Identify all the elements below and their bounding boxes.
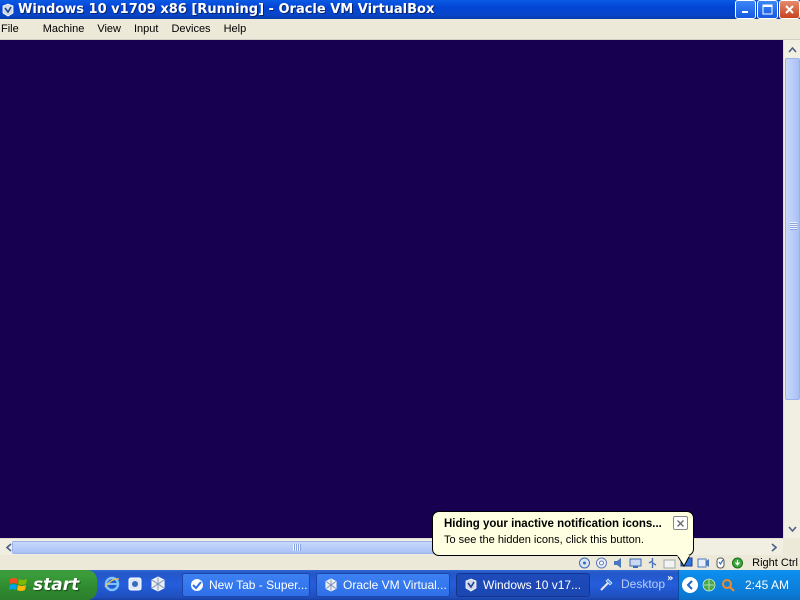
menu-help[interactable]: Help [223,23,255,35]
vertical-scroll-thumb[interactable] [785,58,800,400]
desktop-toolbar-label: Desktop [621,577,666,591]
network-globe-icon[interactable] [701,577,717,593]
windows-logo-icon [9,578,27,591]
chevron-left-icon [5,543,12,552]
shared-folders-icon[interactable] [662,556,677,569]
network-icon[interactable] [628,556,643,569]
close-icon [785,5,794,14]
desktop-icon [599,576,615,592]
optical-drive-icon[interactable] [594,556,609,569]
minimize-icon [742,11,748,13]
menu-input[interactable]: Input [133,23,166,35]
menu-machine[interactable]: Machine [42,23,93,35]
virtualbox-icon [323,577,339,593]
balloon-text: To see the hidden icons, click this butt… [444,534,644,546]
scroll-up-button[interactable] [785,41,800,58]
close-icon [677,519,684,527]
virtualbox-vm-icon [1,3,15,17]
chevron-right-icon [770,543,777,552]
task-button-browser[interactable]: New Tab - Super... [182,573,310,597]
scrollbar-corner [783,538,800,555]
maximize-button[interactable] [757,0,778,19]
hard-disk-icon[interactable] [577,556,592,569]
balloon-title: Hiding your inactive notification icons.… [444,518,662,530]
maximize-icon [762,4,773,15]
internet-explorer-icon[interactable] [103,575,121,593]
scroll-down-button[interactable] [785,520,800,537]
chevron-left-icon [686,580,693,590]
virtualbox-icon[interactable] [149,575,167,593]
task-button-label: New Tab - Super... [209,578,308,592]
balloon-tail [676,555,691,567]
vm-display[interactable] [0,40,783,538]
balloon-close-button[interactable] [673,516,688,530]
task-button-virtualbox-manager[interactable]: Oracle VM Virtual... [316,573,450,597]
start-button[interactable]: start [0,570,97,600]
menu-bar: File Machine View Input Devices Help [0,19,800,40]
usb-icon[interactable] [645,556,660,569]
title-bar[interactable]: Windows 10 v1709 x86 [Running] - Oracle … [0,0,800,19]
keyboard-icon[interactable] [730,556,745,569]
window-title: Windows 10 v1709 x86 [Running] - Oracle … [18,2,435,17]
menu-view[interactable]: View [96,23,129,35]
taskbar: start New Tab - Super... Oracle VM Virtu… [0,570,800,600]
close-button[interactable] [779,0,800,19]
system-tray: 2:45 AM [678,570,800,600]
audio-icon[interactable] [611,556,626,569]
start-label: start [33,575,80,595]
chevron-up-icon [788,46,797,53]
menu-file[interactable]: File [0,23,27,35]
host-key-label[interactable]: Right Ctrl [752,557,798,569]
chevron-down-icon [788,525,797,532]
vertical-scrollbar[interactable] [783,40,800,538]
virtualbox-vm-icon [463,577,479,593]
task-button-vm-window[interactable]: Windows 10 v17... [456,573,590,597]
search-icon[interactable] [720,577,736,593]
mouse-integration-icon[interactable] [713,556,728,569]
quick-launch [103,575,167,593]
show-hidden-icons-button[interactable] [682,577,698,593]
task-button-label: Oracle VM Virtual... [343,578,447,592]
minimize-button[interactable] [735,0,756,19]
browser-icon [189,577,205,593]
desktop-toolbar[interactable]: Desktop [599,576,665,592]
clock[interactable]: 2:45 AM [745,578,789,592]
video-capture-icon[interactable] [696,556,711,569]
menu-devices[interactable]: Devices [170,23,218,35]
task-button-label: Windows 10 v17... [483,578,582,592]
scroll-right-button[interactable] [765,540,782,555]
media-player-icon[interactable] [126,575,144,593]
toolbar-chevron-icon[interactable]: » [667,573,673,584]
notification-balloon[interactable]: Hiding your inactive notification icons.… [432,511,694,556]
